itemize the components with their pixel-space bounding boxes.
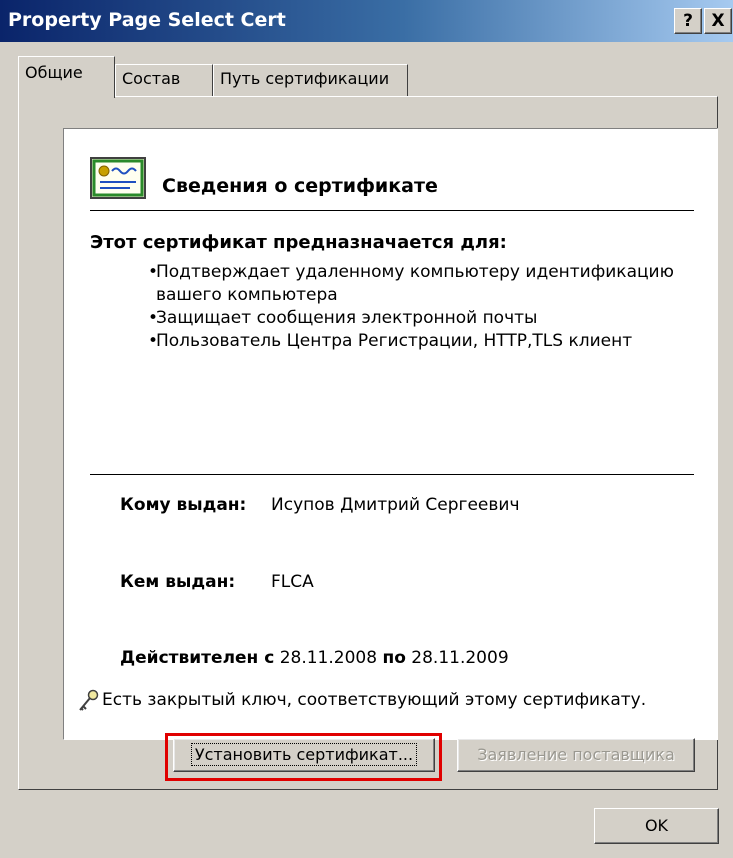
close-button[interactable]: X <box>704 8 732 34</box>
certificate-info-box: Сведения о сертификате Этот сертификат п… <box>63 128 718 740</box>
issued-to-label: Кому выдан: <box>120 495 247 515</box>
purpose-heading: Этот сертификат предназначается для: <box>90 232 507 253</box>
tab-general[interactable]: Общие <box>18 56 115 98</box>
issued-by-value: FLCA <box>271 572 314 592</box>
valid-from-label: Действителен с <box>120 648 275 668</box>
certificate-info-title: Сведения о сертификате <box>162 175 438 197</box>
validity-line: Действителен с 28.11.2008 по 28.11.2009 <box>120 648 509 668</box>
purpose-item: Пользователь Центра Регистрации, HTTP,TL… <box>148 330 708 353</box>
valid-from-value: 28.11.2008 <box>279 648 378 668</box>
window-title: Property Page Select Cert <box>8 9 286 31</box>
install-certificate-label: Установить сертификат... <box>190 743 418 766</box>
general-tab-panel: Сведения о сертификате Этот сертификат п… <box>18 96 718 790</box>
tab-certification-path[interactable]: Путь сертификации <box>213 64 408 96</box>
purpose-divider <box>90 474 694 475</box>
certificate-icon <box>90 157 146 199</box>
certificate-dialog: Property Page Select Cert ? X Общие Сост… <box>0 0 733 858</box>
issuer-statement-button[interactable]: Заявление поставщика <box>457 738 695 772</box>
purpose-item: Защищает сообщения электронной почты <box>148 307 708 330</box>
title-divider <box>90 210 694 211</box>
purpose-item: Подтверждает удаленному компьютеру идент… <box>148 261 708 307</box>
title-bar[interactable]: Property Page Select Cert ? X <box>0 0 733 42</box>
valid-to-value: 28.11.2009 <box>411 648 509 668</box>
issued-by-label: Кем выдан: <box>120 572 236 592</box>
private-key-text: Есть закрытый ключ, соответствующий этом… <box>102 690 647 710</box>
purpose-list: Подтверждает удаленному компьютеру идент… <box>148 261 708 353</box>
key-icon <box>79 689 99 711</box>
ok-button[interactable]: OK <box>594 808 719 844</box>
tab-details[interactable]: Состав <box>115 64 213 96</box>
help-button[interactable]: ? <box>674 8 702 34</box>
install-certificate-button[interactable]: Установить сертификат... <box>173 738 435 772</box>
issued-to-value: Исупов Дмитрий Сергеевич <box>271 495 520 515</box>
valid-to-label: по <box>382 648 406 668</box>
